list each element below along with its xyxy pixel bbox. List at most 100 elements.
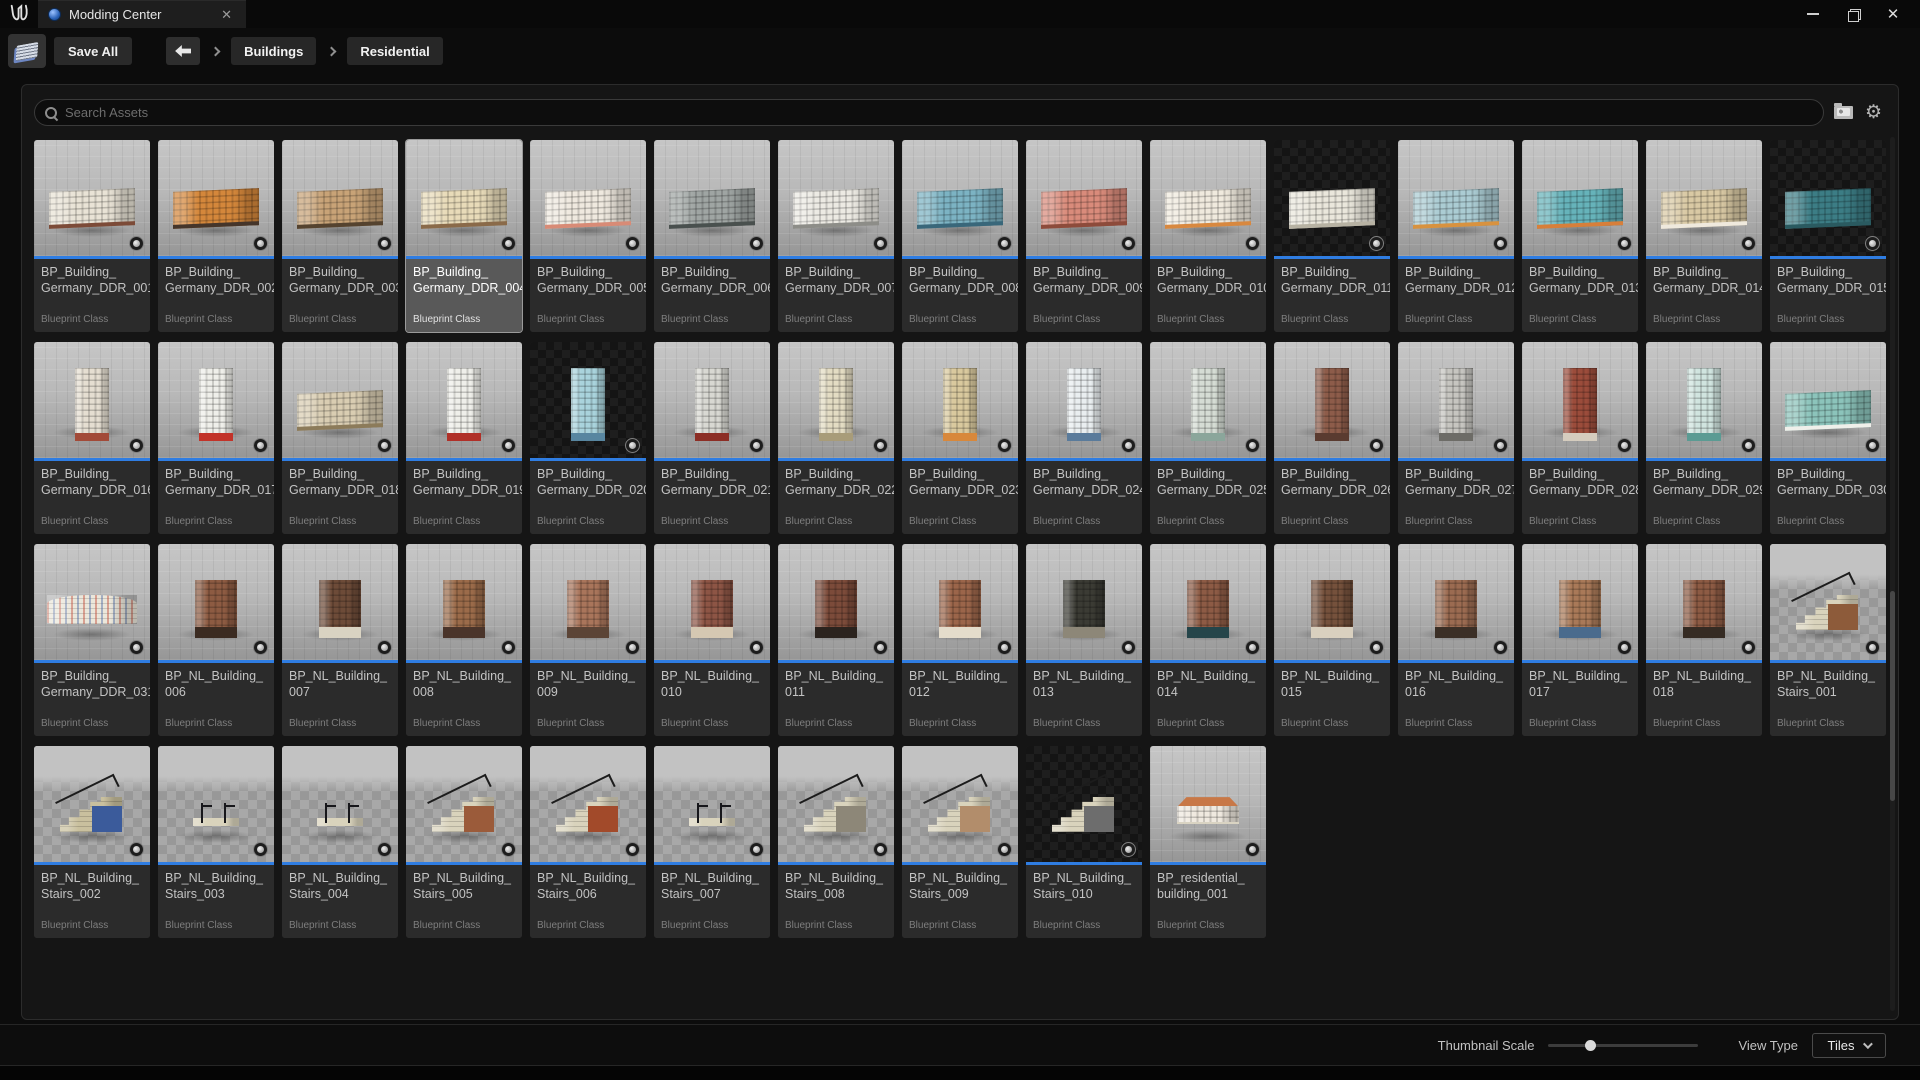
close-button[interactable]: ✕ [1880,4,1906,24]
blueprint-badge-icon [1245,842,1260,857]
asset-tile[interactable]: BP_Building_ Germany_DDR_005 Blueprint C… [530,140,646,332]
scrollbar-thumb[interactable] [1890,591,1895,801]
asset-label-area: BP_Building_ Germany_DDR_006 Blueprint C… [654,259,770,332]
blueprint-badge-icon [1369,640,1384,655]
view-type-dropdown[interactable]: Tiles [1812,1033,1886,1058]
asset-tile[interactable]: BP_NL_Building_ Stairs_004 Blueprint Cla… [282,746,398,938]
asset-tile[interactable]: BP_Building_ Germany_DDR_002 Blueprint C… [158,140,274,332]
asset-tile[interactable]: BP_NL_Building_ 007 Blueprint Class [282,544,398,736]
asset-name: BP_NL_Building_ Stairs_005 [406,865,522,903]
asset-tile[interactable]: BP_Building_ Germany_DDR_029 Blueprint C… [1646,342,1762,534]
asset-tile[interactable]: BP_Building_ Germany_DDR_009 Blueprint C… [1026,140,1142,332]
blueprint-badge-icon [129,236,144,251]
blueprint-badge-icon [501,842,516,857]
search-input[interactable] [65,105,1813,120]
breadcrumb-buildings[interactable]: Buildings [231,37,316,65]
asset-tile[interactable]: BP_Building_ Germany_DDR_016 Blueprint C… [34,342,150,534]
asset-thumbnail [1150,140,1266,256]
vertical-scrollbar[interactable] [1890,137,1895,1011]
asset-tile[interactable]: BP_Building_ Germany_DDR_023 Blueprint C… [902,342,1018,534]
asset-name: BP_Building_ Germany_DDR_004 [406,259,522,297]
asset-tile[interactable]: BP_NL_Building_ 010 Blueprint Class [654,544,770,736]
tab-close-icon[interactable]: ✕ [217,6,236,23]
asset-tile[interactable]: BP_Building_ Germany_DDR_031 Blueprint C… [34,544,150,736]
asset-thumbnail [34,544,150,660]
asset-tile[interactable]: BP_Building_ Germany_DDR_013 Blueprint C… [1522,140,1638,332]
thumbnail-ground-shadow [301,830,380,844]
asset-class-label: Blueprint Class [34,314,150,332]
slider-track[interactable] [1548,1044,1698,1047]
asset-tile[interactable]: BP_NL_Building_ Stairs_005 Blueprint Cla… [406,746,522,938]
asset-tile[interactable]: BP_Building_ Germany_DDR_012 Blueprint C… [1398,140,1514,332]
asset-name: BP_NL_Building_ 012 [902,663,1018,701]
save-all-button[interactable]: Save All [54,37,132,65]
asset-tile[interactable]: BP_NL_Building_ 017 Blueprint Class [1522,544,1638,736]
thumbnail-scale-slider[interactable] [1548,1038,1698,1052]
asset-thumbnail [778,140,894,256]
asset-tile[interactable]: BP_Building_ Germany_DDR_007 Blueprint C… [778,140,894,332]
blueprint-badge-icon [1369,236,1384,251]
asset-thumbnail [158,140,274,256]
asset-tile[interactable]: BP_NL_Building_ 013 Blueprint Class [1026,544,1142,736]
asset-label-area: BP_NL_Building_ 008 Blueprint Class [406,663,522,736]
asset-thumbnail [902,342,1018,458]
thumbnail-ground-shadow [177,830,256,844]
asset-tile[interactable]: BP_NL_Building_ Stairs_009 Blueprint Cla… [902,746,1018,938]
asset-tile[interactable]: BP_Building_ Germany_DDR_025 Blueprint C… [1150,342,1266,534]
asset-tile[interactable]: BP_NL_Building_ 009 Blueprint Class [530,544,646,736]
asset-tile[interactable]: BP_NL_Building_ 015 Blueprint Class [1274,544,1390,736]
asset-tile[interactable]: BP_NL_Building_ Stairs_006 Blueprint Cla… [530,746,646,938]
asset-tile[interactable]: BP_Building_ Germany_DDR_006 Blueprint C… [654,140,770,332]
asset-tile[interactable]: BP_NL_Building_ Stairs_003 Blueprint Cla… [158,746,274,938]
asset-tile[interactable]: BP_residential_ building_001 Blueprint C… [1150,746,1266,938]
asset-tile[interactable]: BP_Building_ Germany_DDR_011 Blueprint C… [1274,140,1390,332]
asset-tile[interactable]: BP_NL_Building_ 018 Blueprint Class [1646,544,1762,736]
asset-tile[interactable]: BP_NL_Building_ 008 Blueprint Class [406,544,522,736]
asset-tile[interactable]: BP_NL_Building_ 014 Blueprint Class [1150,544,1266,736]
asset-tile[interactable]: BP_Building_ Germany_DDR_004 Blueprint C… [406,140,522,332]
asset-tile[interactable]: BP_NL_Building_ Stairs_002 Blueprint Cla… [34,746,150,938]
asset-tile[interactable]: BP_Building_ Germany_DDR_028 Blueprint C… [1522,342,1638,534]
asset-tile[interactable]: BP_Building_ Germany_DDR_027 Blueprint C… [1398,342,1514,534]
building-render [1315,368,1350,441]
asset-tile[interactable]: BP_Building_ Germany_DDR_008 Blueprint C… [902,140,1018,332]
tab-modding-center[interactable]: Modding Center ✕ [38,0,246,28]
folder-icon[interactable] [1834,106,1853,119]
asset-tile[interactable]: BP_NL_Building_ Stairs_007 Blueprint Cla… [654,746,770,938]
minimize-button[interactable] [1800,4,1826,24]
asset-tile[interactable]: BP_Building_ Germany_DDR_024 Blueprint C… [1026,342,1142,534]
asset-tile[interactable]: BP_NL_Building_ 016 Blueprint Class [1398,544,1514,736]
gear-icon[interactable]: ⚙ [1865,103,1882,122]
asset-tile[interactable]: BP_NL_Building_ 012 Blueprint Class [902,544,1018,736]
asset-browser-icon-button[interactable] [8,34,46,68]
back-button[interactable] [166,37,200,65]
asset-tile[interactable]: BP_Building_ Germany_DDR_030 Blueprint C… [1770,342,1886,534]
asset-name: BP_NL_Building_ Stairs_006 [530,865,646,903]
asset-tile[interactable]: BP_Building_ Germany_DDR_015 Blueprint C… [1770,140,1886,332]
slider-handle[interactable] [1585,1040,1596,1051]
breadcrumb-residential[interactable]: Residential [347,37,442,65]
asset-name: BP_Building_ Germany_DDR_015 [1770,259,1886,297]
asset-tile[interactable]: BP_NL_Building_ 011 Blueprint Class [778,544,894,736]
search-field[interactable] [34,99,1824,126]
asset-thumbnail [778,342,894,458]
asset-name: BP_NL_Building_ 017 [1522,663,1638,701]
asset-tile[interactable]: BP_NL_Building_ Stairs_001 Blueprint Cla… [1770,544,1886,736]
asset-tile[interactable]: BP_NL_Building_ Stairs_008 Blueprint Cla… [778,746,894,938]
asset-tile[interactable]: BP_Building_ Germany_DDR_026 Blueprint C… [1274,342,1390,534]
asset-tile[interactable]: BP_Building_ Germany_DDR_020 Blueprint C… [530,342,646,534]
asset-tile[interactable]: BP_NL_Building_ Stairs_010 Blueprint Cla… [1026,746,1142,938]
asset-tile[interactable]: BP_Building_ Germany_DDR_022 Blueprint C… [778,342,894,534]
asset-tile[interactable]: BP_NL_Building_ 006 Blueprint Class [158,544,274,736]
asset-tile[interactable]: BP_Building_ Germany_DDR_021 Blueprint C… [654,342,770,534]
asset-tile[interactable]: BP_Building_ Germany_DDR_001 Blueprint C… [34,140,150,332]
asset-tile[interactable]: BP_Building_ Germany_DDR_017 Blueprint C… [158,342,274,534]
asset-tile[interactable]: BP_Building_ Germany_DDR_019 Blueprint C… [406,342,522,534]
asset-tile[interactable]: BP_Building_ Germany_DDR_014 Blueprint C… [1646,140,1762,332]
restore-button[interactable] [1840,4,1866,24]
asset-tile[interactable]: BP_Building_ Germany_DDR_018 Blueprint C… [282,342,398,534]
asset-tile[interactable]: BP_Building_ Germany_DDR_003 Blueprint C… [282,140,398,332]
asset-class-label: Blueprint Class [158,920,274,938]
asset-class-label: Blueprint Class [34,920,150,938]
asset-tile[interactable]: BP_Building_ Germany_DDR_010 Blueprint C… [1150,140,1266,332]
